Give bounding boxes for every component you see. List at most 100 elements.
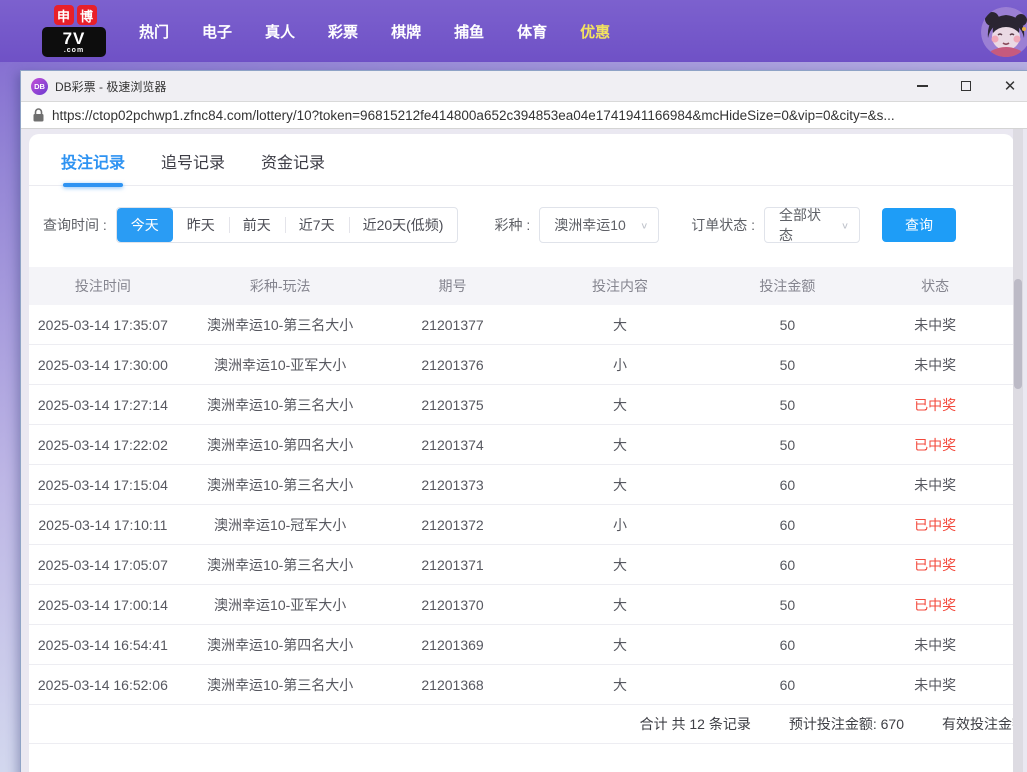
summary-expected-amount: 预计投注金额: 670 (789, 714, 904, 734)
address-bar[interactable]: https://ctop02pchwp1.zfnc84.com/lottery/… (21, 101, 1027, 129)
cell-bet-content: 大 (521, 435, 718, 455)
cell-issue-number: 21201375 (384, 397, 522, 413)
search-button[interactable]: 查询 (882, 208, 956, 242)
summary-total-records: 合计 共 12 条记录 (640, 714, 751, 734)
chevron-down-icon: ∨ (841, 220, 849, 230)
table-row: 2025-03-14 16:54:41澳洲幸运10-第四名大小21201369大… (29, 625, 1014, 665)
cell-game-play: 澳洲幸运10-第三名大小 (177, 315, 384, 335)
cell-bet-content: 小 (521, 355, 718, 375)
nav-item-4[interactable]: 彩票 (325, 21, 361, 42)
bet-records-table: 投注时间彩种-玩法期号投注内容投注金额状态 2025-03-14 17:35:0… (29, 267, 1014, 744)
nav-item-6[interactable]: 捕鱼 (451, 21, 487, 42)
table-row: 2025-03-14 17:22:02澳洲幸运10-第四名大小21201374大… (29, 425, 1014, 465)
cell-bet-content: 大 (521, 635, 718, 655)
cell-bet-amount: 60 (718, 517, 856, 533)
maximize-button[interactable] (944, 71, 988, 101)
window-title: DB彩票 - 极速浏览器 (55, 78, 166, 95)
cell-bet-time: 2025-03-14 17:10:11 (29, 517, 177, 533)
time-option-2[interactable]: 昨天 (173, 208, 229, 242)
cell-bet-time: 2025-03-14 17:30:00 (29, 357, 177, 373)
cell-bet-content: 大 (521, 475, 718, 495)
cell-bet-amount: 60 (718, 637, 856, 653)
cell-status: 已中奖 (856, 555, 1014, 575)
ssl-lock-icon (33, 108, 44, 122)
table-row: 2025-03-14 17:00:14澳洲幸运10-亚军大小21201370大5… (29, 585, 1014, 625)
order-status-select[interactable]: 全部状态 ∨ (764, 207, 860, 243)
order-status-value: 全部状态 (779, 205, 833, 245)
page-viewport: 投注记录追号记录资金记录 查询时间 : 今天昨天前天近7天近20天(低频) 彩种… (21, 129, 1027, 772)
close-button[interactable]: ✕ (988, 71, 1027, 101)
table-row: 2025-03-14 16:52:06澳洲幸运10-第三名大小21201368大… (29, 665, 1014, 705)
cell-bet-amount: 60 (718, 477, 856, 493)
cell-game-play: 澳洲幸运10-第三名大小 (177, 555, 384, 575)
column-header: 状态 (856, 276, 1014, 296)
cell-game-play: 澳洲幸运10-亚军大小 (177, 355, 384, 375)
record-tabs: 投注记录追号记录资金记录 (29, 134, 1014, 186)
cell-bet-content: 大 (521, 595, 718, 615)
time-option-1[interactable]: 今天 (117, 208, 173, 242)
chevron-down-icon: ∨ (640, 220, 648, 230)
cell-game-play: 澳洲幸运10-亚军大小 (177, 595, 384, 615)
nav-item-3[interactable]: 真人 (262, 21, 298, 42)
avatar[interactable] (981, 7, 1027, 57)
cell-bet-time: 2025-03-14 17:00:14 (29, 597, 177, 613)
nav-item-2[interactable]: 电子 (199, 21, 235, 42)
minimize-icon (917, 85, 928, 87)
time-filter-label: 查询时间 : (43, 215, 107, 235)
cell-bet-amount: 50 (718, 317, 856, 333)
cell-issue-number: 21201369 (384, 637, 522, 653)
table-row: 2025-03-14 17:10:11澳洲幸运10-冠军大小21201372小6… (29, 505, 1014, 545)
cell-bet-time: 2025-03-14 16:52:06 (29, 677, 177, 693)
cell-status: 未中奖 (856, 475, 1014, 495)
column-header: 投注内容 (521, 276, 718, 296)
cell-bet-content: 大 (521, 555, 718, 575)
content-panel: 投注记录追号记录资金记录 查询时间 : 今天昨天前天近7天近20天(低频) 彩种… (29, 134, 1014, 772)
nav-item-7[interactable]: 体育 (514, 21, 550, 42)
nav-item-1[interactable]: 热门 (136, 21, 172, 42)
cell-issue-number: 21201371 (384, 557, 522, 573)
summary-valid-amount: 有效投注金额 (942, 714, 1014, 734)
cell-bet-amount: 50 (718, 357, 856, 373)
cell-bet-amount: 50 (718, 397, 856, 413)
cell-bet-amount: 60 (718, 677, 856, 693)
logo-sub-text: .com (64, 47, 84, 54)
cell-game-play: 澳洲幸运10-第四名大小 (177, 435, 384, 455)
cell-status: 未中奖 (856, 355, 1014, 375)
table-body: 2025-03-14 17:35:07澳洲幸运10-第三名大小21201377大… (29, 305, 1014, 705)
cell-status: 已中奖 (856, 395, 1014, 415)
nav-item-8[interactable]: 优惠 (577, 21, 613, 42)
tab-3[interactable]: 资金记录 (261, 149, 325, 185)
cell-game-play: 澳洲幸运10-第四名大小 (177, 635, 384, 655)
time-option-5[interactable]: 近20天(低频) (349, 208, 458, 242)
site-logo[interactable]: 申 博 7V .com (42, 5, 108, 57)
logo-badge-bo: 博 (77, 5, 97, 25)
column-header: 期号 (384, 276, 522, 296)
url-text[interactable]: https://ctop02pchwp1.zfnc84.com/lottery/… (52, 108, 895, 123)
cell-status: 未中奖 (856, 315, 1014, 335)
minimize-button[interactable] (900, 71, 944, 101)
time-option-4[interactable]: 近7天 (285, 208, 349, 242)
cell-issue-number: 21201368 (384, 677, 522, 693)
cell-issue-number: 21201377 (384, 317, 522, 333)
table-row: 2025-03-14 17:05:07澳洲幸运10-第三名大小21201371大… (29, 545, 1014, 585)
scrollbar-thumb[interactable] (1014, 279, 1022, 389)
cell-status: 未中奖 (856, 635, 1014, 655)
cell-bet-time: 2025-03-14 16:54:41 (29, 637, 177, 653)
tab-1[interactable]: 投注记录 (61, 149, 125, 185)
cell-issue-number: 21201372 (384, 517, 522, 533)
time-option-3[interactable]: 前天 (229, 208, 285, 242)
lottery-select[interactable]: 澳洲幸运10 ∨ (539, 207, 659, 243)
table-row: 2025-03-14 17:35:07澳洲幸运10-第三名大小21201377大… (29, 305, 1014, 345)
cell-issue-number: 21201370 (384, 597, 522, 613)
status-filter-label: 订单状态 : (691, 215, 755, 235)
cell-status: 已中奖 (856, 515, 1014, 535)
vertical-scrollbar[interactable] (1013, 129, 1023, 772)
column-header: 彩种-玩法 (177, 276, 384, 296)
column-header: 投注金额 (718, 276, 856, 296)
logo-badges: 申 博 (42, 5, 108, 25)
window-titlebar[interactable]: DB DB彩票 - 极速浏览器 ✕ (21, 71, 1027, 101)
tab-2[interactable]: 追号记录 (161, 149, 225, 185)
logo-badge-shen: 申 (54, 5, 74, 25)
main-menu: 热门 电子 真人 彩票 棋牌 捕鱼 体育 优惠 (136, 21, 613, 42)
nav-item-5[interactable]: 棋牌 (388, 21, 424, 42)
